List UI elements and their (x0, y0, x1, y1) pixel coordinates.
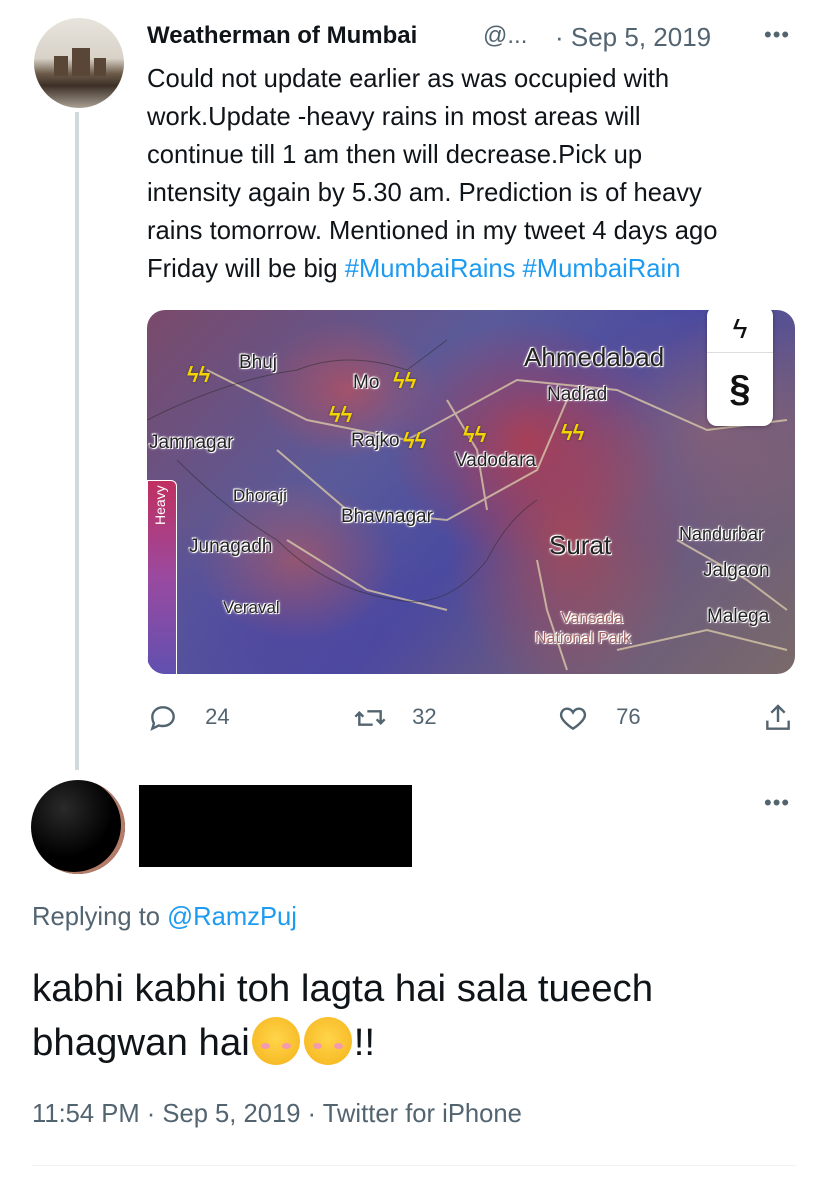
tweet-line: intensity again by 5.30 am. Prediction i… (147, 179, 702, 207)
map-label-bhavnagar: Bhavnagar (341, 506, 433, 527)
hashtag-link[interactable]: #MumbaiRains (345, 255, 516, 283)
author-name[interactable]: Weatherman of Mumbai (147, 22, 417, 50)
reply-line: bhagwan hai!! (32, 1016, 792, 1070)
reply-line-suffix: !! (353, 1021, 376, 1064)
map-label-national-park: National Park (535, 630, 632, 647)
cyclone-icon[interactable]: § (707, 356, 773, 422)
weather-map-image[interactable]: Heavy Bhuj Ahmedabad Nadiad Mo Jamnagar … (147, 310, 795, 674)
map-label-jamnagar: Jamnagar (149, 432, 234, 453)
retweet-button[interactable]: 32 (352, 702, 437, 734)
tweet-date[interactable]: · Sep 5, 2019 (555, 22, 711, 53)
map-label-nadiad: Nadiad (547, 384, 608, 405)
reply-line-prefix: bhagwan hai (32, 1021, 250, 1064)
tweet-timestamp-source[interactable]: 11:54 PM · Sep 5, 2019 · Twitter for iPh… (32, 1100, 522, 1129)
map-label-ahmedabad: Ahmedabad (524, 342, 665, 372)
map-label-vadodara: Vadodara (455, 450, 536, 471)
map-label-bhuj: Bhuj (239, 352, 278, 373)
legend-label: Heavy (152, 485, 168, 525)
redacted-author-name (139, 785, 412, 867)
replying-prefix: Replying to (32, 903, 168, 931)
author-avatar[interactable] (34, 18, 124, 108)
map-label-veraval: Veraval (223, 598, 280, 617)
lightning-icon: ϟϟ (403, 428, 427, 453)
map-label-surat: Surat (549, 530, 612, 560)
replying-to: Replying to @RamzPuj (32, 903, 297, 932)
map-label-dhoraji: Dhoraji (233, 486, 287, 505)
reply-button[interactable]: 24 (147, 702, 230, 734)
lightning-icon: ϟϟ (561, 420, 585, 445)
author-handle[interactable]: @... (483, 22, 527, 50)
reply-count: 24 (205, 703, 230, 729)
lightning-icon: ϟϟ (187, 362, 211, 387)
tweet-line: continue till 1 am then will decrease.Pi… (147, 141, 643, 169)
retweet-icon (354, 710, 386, 726)
map-label-morbi: Mo (353, 372, 380, 393)
reply-line: kabhi kabhi toh lagta hai sala tueech (32, 967, 654, 1010)
reply-body: kabhi kabhi toh lagta hai sala tueech bh… (32, 962, 792, 1070)
tweet-body: Could not update earlier as was occupied… (147, 60, 817, 288)
lightning-icon: ϟϟ (463, 422, 487, 447)
more-horizontal-icon[interactable]: ••• (764, 790, 790, 816)
share-icon (766, 704, 790, 730)
map-label-vansada: Vansada (561, 610, 623, 627)
retweet-count: 32 (412, 703, 437, 729)
lightning-icon: ϟϟ (393, 368, 417, 393)
smiling-face-emoji-icon (303, 1017, 352, 1065)
reply-icon (150, 706, 175, 731)
more-horizontal-icon[interactable]: ••• (764, 22, 790, 48)
thread-connector-line (75, 112, 79, 770)
replying-handle-link[interactable]: @RamzPuj (167, 903, 297, 931)
reply-author-avatar[interactable] (31, 780, 125, 874)
tweet-line: Friday will be big (147, 255, 345, 283)
like-button[interactable]: 76 (556, 702, 641, 734)
tweet-line: rains tomorrow. Mentioned in my tweet 4 … (147, 217, 718, 245)
divider (32, 1165, 796, 1166)
map-label-jalgaon: Jalgaon (703, 560, 770, 581)
lightning-icon[interactable]: ϟ (707, 310, 773, 353)
map-label-nandurbar: Nandurbar (679, 524, 765, 544)
map-label-rajkot: Rajko (351, 430, 400, 451)
like-count: 76 (616, 703, 641, 729)
share-button[interactable] (762, 702, 794, 734)
map-control-panel: ϟ § (707, 310, 773, 426)
smiling-face-emoji-icon (251, 1017, 300, 1065)
heart-icon (559, 707, 587, 731)
lightning-icon: ϟϟ (329, 402, 353, 427)
tweet-line: Could not update earlier as was occupied… (147, 65, 670, 93)
hashtag-link[interactable]: #MumbaiRain (523, 255, 681, 283)
tweet-line: work.Update -heavy rains in most areas w… (147, 103, 641, 131)
map-label-junagadh: Junagadh (189, 536, 273, 557)
map-label-malegaon: Malega (707, 606, 770, 627)
